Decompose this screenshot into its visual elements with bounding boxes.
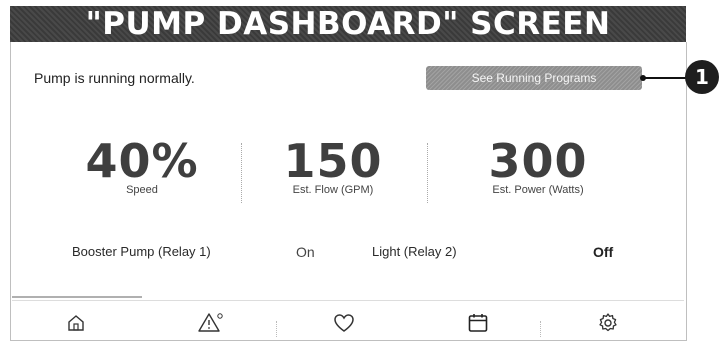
nav-settings[interactable]: [594, 309, 622, 337]
flow-label: Est. Flow (GPM): [292, 184, 374, 196]
flow-value: 150: [283, 134, 383, 188]
see-running-programs-button[interactable]: See Running Programs: [426, 66, 642, 90]
alert-icon: [198, 313, 223, 332]
bottom-nav-bar: [12, 300, 684, 341]
nav-schedule[interactable]: [464, 309, 492, 337]
relay-2-label: Light (Relay 2): [372, 244, 457, 259]
nav-favorites[interactable]: [330, 309, 358, 337]
speed-metric: 40% Speed: [62, 136, 222, 196]
relay-1-label: Booster Pump (Relay 1): [72, 244, 211, 259]
power-value: 300: [488, 134, 588, 188]
flow-metric: 150 Est. Flow (GPM): [258, 136, 408, 196]
active-tab-indicator: [12, 296, 142, 298]
power-metric: 300 Est. Power (Watts): [448, 136, 628, 196]
heart-icon: [334, 314, 354, 332]
power-label: Est. Power (Watts): [492, 184, 584, 196]
callout-pointer-line: [642, 77, 686, 79]
screen-title-banner: "PUMP DASHBOARD" SCREEN: [10, 6, 686, 42]
nav-home[interactable]: [62, 309, 90, 337]
pump-status-text: Pump is running normally.: [34, 70, 195, 86]
home-icon: [68, 315, 84, 331]
nav-alerts[interactable]: [197, 309, 225, 337]
callout-number-badge: 1: [685, 60, 719, 94]
screen-title: "PUMP DASHBOARD" SCREEN: [85, 6, 611, 42]
nav-divider: [276, 321, 277, 337]
relay-2-state[interactable]: Off: [593, 244, 613, 260]
metric-divider: [241, 143, 242, 203]
metric-divider: [427, 143, 428, 203]
nav-divider: [540, 321, 541, 337]
speed-value: 40%: [85, 134, 199, 188]
relay-1-state[interactable]: On: [296, 244, 315, 260]
settings-icon: [599, 313, 617, 332]
calendar-icon: [468, 314, 488, 332]
